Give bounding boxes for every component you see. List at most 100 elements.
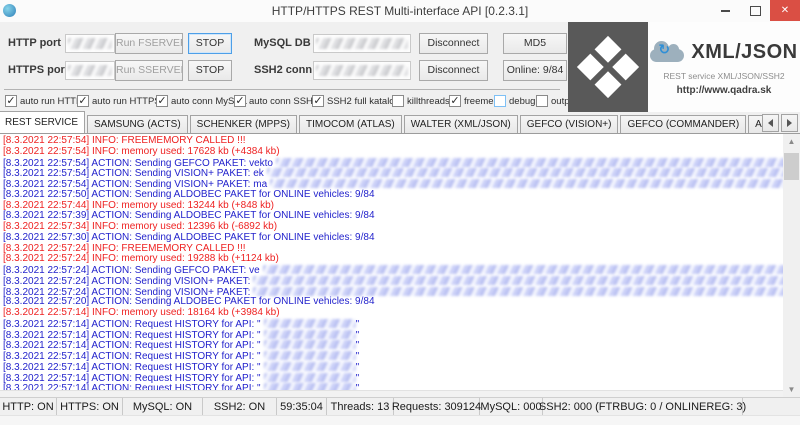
redacted-value — [68, 38, 112, 49]
redacted-text — [264, 351, 356, 360]
checkbox-label: debug — [509, 96, 535, 107]
close-button[interactable]: ✕ — [770, 0, 800, 21]
brand-url[interactable]: http://www.qadra.sk — [648, 85, 800, 96]
log-message: ACTION: Sending GEFCO PAKET: vekto — [91, 158, 273, 169]
log-message: ACTION: Sending VISION+ PAKET: — [91, 276, 250, 287]
status-segment-https: HTTPS: ON — [57, 398, 123, 415]
checkbox-checked-icon[interactable]: ✓ — [449, 95, 461, 107]
tab-timocom-atlas[interactable]: TIMOCOM (ATLAS) — [299, 115, 402, 133]
stop-http-button[interactable]: STOP — [188, 33, 232, 54]
ssh2-conn-input[interactable] — [313, 61, 411, 80]
minimize-button[interactable] — [710, 0, 740, 21]
log-message: ACTION: Request HISTORY for API: " — [91, 373, 260, 384]
redacted-text — [264, 340, 356, 349]
window-controls: ✕ — [710, 0, 800, 21]
title-bar: HTTP/HTTPS REST Multi-interface API [0.2… — [0, 0, 800, 23]
log-message: ACTION: Sending ALDOBEC PAKET for ONLINE… — [91, 232, 374, 243]
log-timestamp: [8.3.2021 22:57:34] — [3, 221, 92, 232]
tab-scroll-right-button[interactable] — [781, 114, 798, 132]
checkbox-checked-icon[interactable]: ✓ — [77, 95, 89, 107]
horizontal-scrollbar[interactable] — [0, 390, 783, 397]
log-timestamp: [8.3.2021 22:57:24] — [3, 253, 92, 264]
log-message: ACTION: Request HISTORY for API: " — [91, 383, 260, 390]
log-output[interactable]: [8.3.2021 22:57:54] INFO: FREEMEMORY CAL… — [0, 134, 783, 390]
online-count-button[interactable]: Online: 9/84 — [503, 60, 567, 81]
tab-gefco-commander[interactable]: GEFCO (COMMANDER) — [620, 115, 746, 133]
checkbox-checked-icon[interactable]: ✓ — [234, 95, 246, 107]
log-message: INFO: FREEMEMORY CALLED !!! — [92, 135, 246, 146]
mysql-db-label: MySQL DB — [254, 37, 311, 49]
http-port-input[interactable] — [65, 34, 115, 53]
tabs: REST SERVICESAMSUNG (ACTS)SCHENKER (MPPS… — [0, 111, 772, 133]
redacted-value — [316, 38, 408, 49]
log-timestamp: [8.3.2021 22:57:30] — [3, 232, 91, 243]
checkbox-unchecked-icon[interactable] — [536, 95, 548, 107]
stop-https-button[interactable]: STOP — [188, 60, 232, 81]
log-line: [8.3.2021 22:57:14] ACTION: Request HIST… — [0, 330, 783, 341]
checkbox-ssh2-full-katalog[interactable]: ✓SSH2 full katalog — [312, 95, 400, 107]
log-timestamp: [8.3.2021 22:57:14] — [3, 351, 91, 362]
redacted-text — [253, 276, 783, 285]
checkbox-label: auto run HTTP — [20, 96, 82, 107]
https-port-input[interactable] — [65, 61, 115, 80]
scrollbar-thumb[interactable] — [784, 153, 799, 180]
checkbox-label: auto conn SSH2 — [249, 96, 318, 107]
checkbox-killthreads[interactable]: killthreads — [392, 95, 450, 107]
scroll-up-icon[interactable]: ▲ — [783, 134, 800, 149]
log-message: ACTION: Request HISTORY for API: " — [91, 330, 260, 341]
maximize-button[interactable] — [740, 0, 770, 21]
run-fserver-button[interactable]: Run FSERVER — [115, 33, 183, 54]
http-port-label: HTTP port — [8, 37, 61, 49]
mysql-db-input[interactable] — [313, 34, 411, 53]
log-message: INFO: memory used: 19288 kb (+1124 kb) — [92, 253, 279, 264]
disconnect-ssh2-button[interactable]: Disconnect — [419, 60, 488, 81]
log-line: [8.3.2021 22:57:24] ACTION: Sending GEFC… — [0, 265, 783, 276]
tab-rest-service[interactable]: REST SERVICE — [0, 111, 85, 133]
disconnect-mysql-button[interactable]: Disconnect — [419, 33, 488, 54]
checkbox-label: killthreads — [407, 96, 450, 107]
vertical-scrollbar[interactable]: ▲ ▼ — [783, 134, 800, 397]
status-segment-mysql: MySQL: ON — [123, 398, 203, 415]
log-message-suffix: " — [356, 362, 360, 373]
log-line: [8.3.2021 22:57:14] ACTION: Request HIST… — [0, 319, 783, 330]
checkbox-unchecked-icon[interactable] — [494, 95, 506, 107]
redacted-text — [263, 265, 783, 274]
status-segment-ssh2: SSH2: ON — [203, 398, 277, 415]
brand-panel: ↻ XML/JSON REST service XML/JSON/SSH2 ht… — [648, 22, 800, 112]
log-timestamp: [8.3.2021 22:57:14] — [3, 319, 91, 330]
redacted-text — [270, 179, 783, 188]
log-message: ACTION: Request HISTORY for API: " — [91, 340, 260, 351]
tab-samsung-acts[interactable]: SAMSUNG (ACTS) — [87, 115, 188, 133]
log-message-suffix: " — [356, 319, 360, 330]
redacted-value — [316, 65, 408, 76]
bottom-strip — [0, 415, 800, 425]
checkbox-auto-run-https[interactable]: ✓auto run HTTPS — [77, 95, 161, 107]
checkbox-checked-icon[interactable]: ✓ — [312, 95, 324, 107]
checkbox-auto-run-http[interactable]: ✓auto run HTTP — [5, 95, 82, 107]
redacted-text — [264, 362, 356, 371]
run-sserver-button[interactable]: Run SSERVER — [115, 60, 183, 81]
log-line: [8.3.2021 22:57:54] ACTION: Sending VISI… — [0, 168, 783, 179]
checkbox-debug[interactable]: debug — [494, 95, 535, 107]
checkbox-checked-icon[interactable]: ✓ — [5, 95, 17, 107]
tab-gefco-vision[interactable]: GEFCO (VISION+) — [520, 115, 619, 133]
checkbox-unchecked-icon[interactable] — [392, 95, 404, 107]
log-timestamp: [8.3.2021 22:57:24] — [3, 265, 91, 276]
maximize-icon — [750, 6, 761, 16]
tab-walter-xml-json[interactable]: WALTER (XML/JSON) — [404, 115, 518, 133]
log-timestamp: [8.3.2021 22:57:14] — [3, 307, 92, 318]
toolbar: HTTP port Run FSERVER STOP MySQL DB Disc… — [0, 22, 568, 112]
diamonds-icon — [577, 36, 639, 98]
log-message-suffix: " — [356, 383, 360, 390]
status-segment-ssh2: SSH2: 000 (FTRBUG: 0 / ONLINEREG: 3) — [543, 398, 743, 415]
log-message-suffix: " — [356, 373, 360, 384]
scroll-down-icon[interactable]: ▼ — [783, 382, 800, 397]
redacted-text — [264, 373, 356, 382]
md5-button[interactable]: MD5 — [503, 33, 567, 54]
checkbox-auto-conn-ssh2[interactable]: ✓auto conn SSH2 — [234, 95, 318, 107]
tab-scroll-left-button[interactable] — [762, 114, 779, 132]
tab-schenker-mpps[interactable]: SCHENKER (MPPS) — [190, 115, 297, 133]
brand-subtitle: REST service XML/JSON/SSH2 — [648, 71, 800, 81]
checkbox-checked-icon[interactable]: ✓ — [156, 95, 168, 107]
log-timestamp: [8.3.2021 22:57:24] — [3, 243, 92, 254]
